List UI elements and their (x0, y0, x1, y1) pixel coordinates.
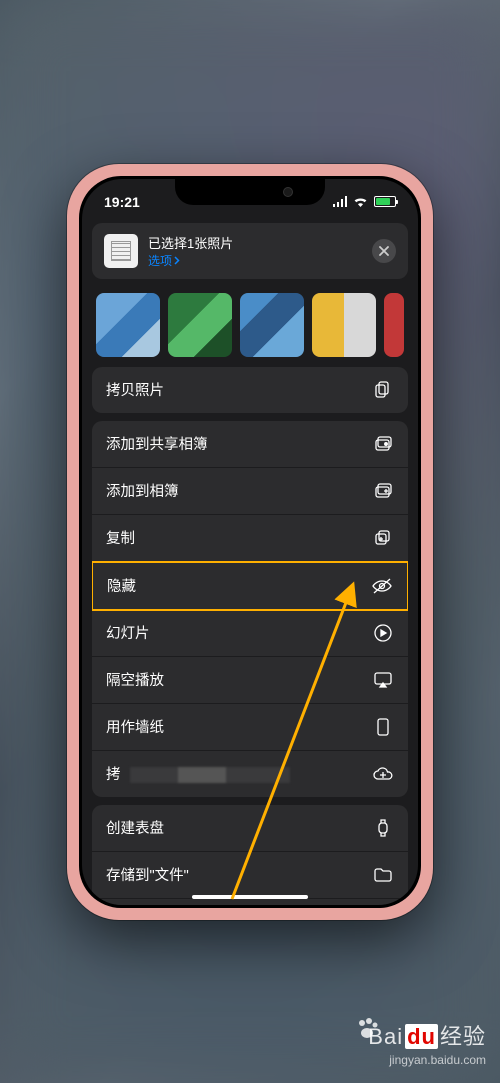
action-label: 复制 (106, 527, 135, 548)
share-sheet: 已选择1张照片 选项 (82, 215, 418, 905)
wifi-icon (353, 196, 368, 207)
action-label: 拷贝照片 (106, 379, 164, 400)
status-right (333, 196, 396, 207)
contact-avatar[interactable] (384, 293, 404, 357)
action-album-add[interactable]: 添加到相簿 (92, 468, 408, 515)
close-button[interactable] (372, 239, 396, 263)
close-icon (379, 246, 389, 256)
phone-frame: 19:21 已选择1张照片 选项 (67, 164, 433, 920)
copy-doc-icon (372, 379, 394, 401)
home-indicator[interactable] (192, 895, 308, 899)
contact-avatar[interactable] (96, 293, 160, 357)
contact-avatar[interactable] (168, 293, 232, 357)
action-duplicate[interactable]: 复制 (92, 515, 408, 562)
action-label: 隐藏 (107, 575, 136, 596)
action-album-shared[interactable]: 添加到共享相簿 (92, 421, 408, 468)
contact-avatar[interactable] (312, 293, 376, 357)
action-group: 拷贝照片 (92, 367, 408, 413)
contact-avatar[interactable] (240, 293, 304, 357)
selection-banner: 已选择1张照片 选项 (92, 223, 408, 279)
action-watch[interactable]: 创建表盘 (92, 805, 408, 852)
album-shared-icon (372, 433, 394, 455)
action-label: 添加到共享相簿 (106, 433, 208, 454)
action-person-circle[interactable]: 指定给联系人 (92, 899, 408, 905)
action-label: 隔空播放 (106, 669, 164, 690)
notch (175, 179, 325, 205)
share-contacts-row[interactable] (92, 279, 408, 367)
action-eye-off[interactable]: 隐藏 (92, 561, 408, 611)
watermark-brand: Baidu经验 (368, 1019, 486, 1051)
chevron-right-icon (174, 256, 180, 265)
folder-icon (372, 864, 394, 886)
battery-icon (374, 196, 396, 207)
screen: 19:21 已选择1张照片 选项 (82, 179, 418, 905)
signal-icon (333, 196, 349, 207)
watermark-url: jingyan.baidu.com (368, 1053, 486, 1067)
action-group: 创建表盘存储到"文件" 指定给联系人 (92, 805, 408, 905)
watermark: Baidu经验 jingyan.baidu.com (368, 1019, 486, 1067)
eye-off-icon (371, 575, 393, 597)
selection-thumbnail (104, 234, 138, 268)
icloud-link-icon (372, 763, 394, 785)
phone-bezel: 19:21 已选择1张照片 选项 (79, 176, 421, 908)
action-play-circle[interactable]: 幻灯片 (92, 610, 408, 657)
action-group: 添加到共享相簿添加到相簿复制隐藏幻灯片隔空播放用作墙纸拷 (92, 421, 408, 797)
watch-icon (372, 817, 394, 839)
action-label: 拷 (106, 763, 121, 784)
play-circle-icon (372, 622, 394, 644)
action-label: 添加到相簿 (106, 480, 179, 501)
album-add-icon (372, 480, 394, 502)
phone-rect-icon (372, 716, 394, 738)
action-icloud-link[interactable]: 拷 (92, 751, 408, 797)
action-label: 存储到"文件" (106, 864, 189, 885)
options-link[interactable]: 选项 (148, 252, 362, 269)
airplay-icon (372, 669, 394, 691)
action-label: 创建表盘 (106, 817, 164, 838)
action-phone-rect[interactable]: 用作墙纸 (92, 704, 408, 751)
status-time: 19:21 (104, 194, 140, 210)
action-label: 用作墙纸 (106, 716, 164, 737)
selection-title: 已选择1张照片 (148, 233, 362, 252)
action-copy-doc[interactable]: 拷贝照片 (92, 367, 408, 413)
duplicate-icon (372, 527, 394, 549)
action-airplay[interactable]: 隔空播放 (92, 657, 408, 704)
action-folder[interactable]: 存储到"文件" (92, 852, 408, 899)
action-label: 幻灯片 (106, 622, 150, 643)
